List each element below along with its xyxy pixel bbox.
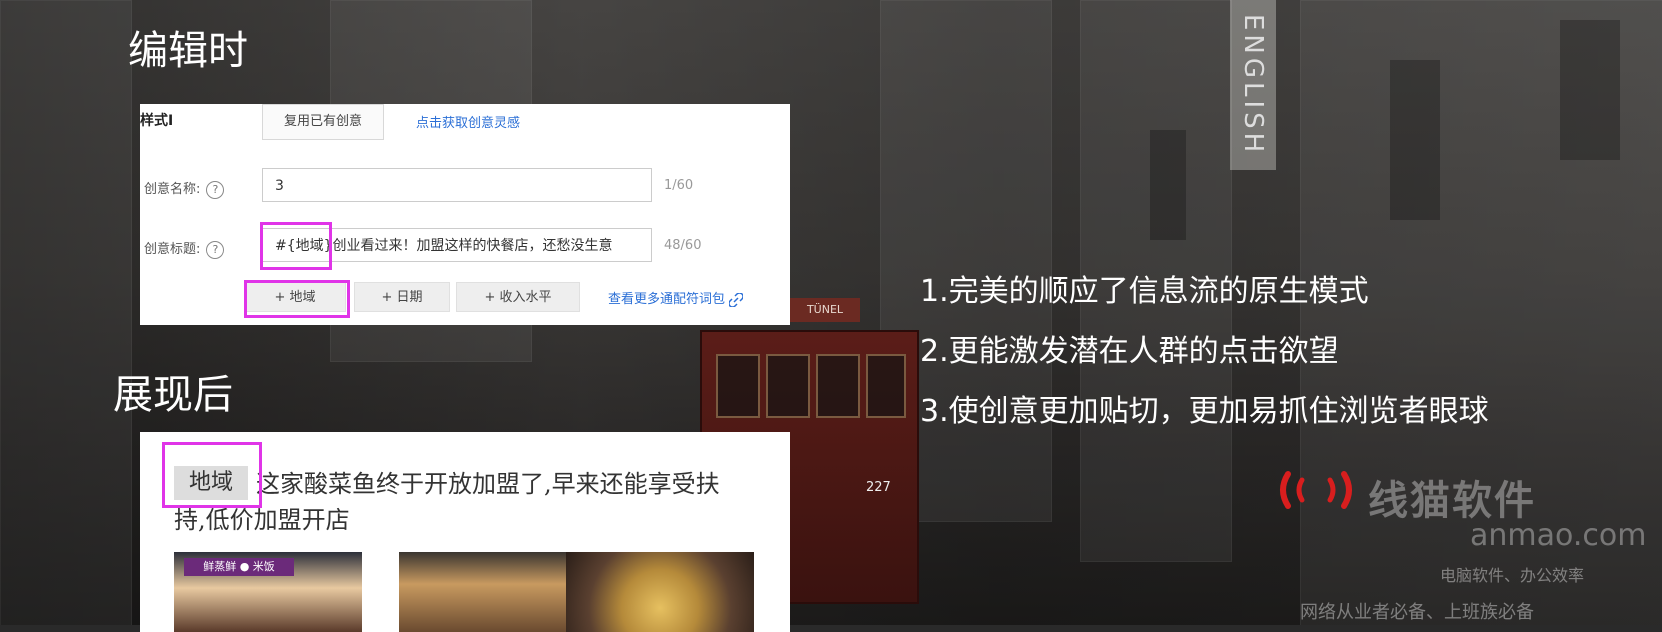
insert-date-button[interactable]: + 日期 — [354, 282, 450, 312]
benefit-list: 1.完美的顺应了信息流的原生模式 2.更能激发潜在人群的点击欲望 3.使创意更加… — [920, 262, 1489, 442]
more-wildcards-link[interactable]: 查看更多通配符词包 — [608, 288, 744, 308]
ad-thumbnail-dish[interactable] — [566, 552, 754, 632]
watermark-slogan: 电脑软件、办公效率 — [1440, 566, 1585, 585]
region-wildcard-highlight — [260, 222, 332, 270]
name-label-row: 创意名称:? — [144, 178, 225, 199]
region-tag-highlight — [162, 442, 262, 508]
link-icon — [728, 291, 744, 308]
tram-number: 227 — [866, 480, 891, 495]
english-sign: ENGLISH — [1230, 0, 1276, 170]
help-icon[interactable]: ? — [206, 240, 225, 259]
title-label: 创意标题: — [144, 242, 201, 257]
watermark-logo-icon — [1280, 471, 1352, 509]
inspiration-link[interactable]: 点击获取创意灵感 — [416, 112, 520, 131]
ad-thumbnail-kitchen[interactable] — [399, 552, 587, 632]
watermark-url: anmao.com — [1470, 518, 1647, 553]
help-icon[interactable]: ? — [206, 180, 225, 199]
tram-window — [766, 354, 810, 418]
benefit-point: 2.更能激发潜在人群的点击欲望 — [920, 334, 1339, 369]
style-label: 样式I — [140, 113, 174, 129]
reuse-creative-button[interactable]: 复用已有创意 — [262, 104, 384, 140]
building-window — [1150, 130, 1186, 240]
ad-preview-panel: 地域 这家酸菜鱼终于开放加盟了,早来还能享受扶持,低价加盟开店 鲜蒸鲜 ● 米饭 — [140, 432, 790, 632]
building-window — [1390, 60, 1440, 220]
edit-heading: 编辑时 — [128, 28, 248, 74]
ad-thumbnail-restaurant[interactable]: 鲜蒸鲜 ● 米饭 — [174, 552, 362, 632]
tram-window — [816, 354, 860, 418]
tram-window — [866, 354, 906, 418]
building-left — [0, 0, 132, 625]
insert-income-button[interactable]: + 收入水平 — [456, 282, 580, 312]
tunel-sign: TÜNEL — [790, 298, 860, 322]
name-char-count: 1/60 — [664, 178, 694, 193]
building-window — [1560, 20, 1620, 160]
name-label: 创意名称: — [144, 182, 201, 197]
title-char-count: 48/60 — [664, 238, 702, 253]
more-wildcards-label: 查看更多通配符词包 — [608, 292, 726, 307]
title-label-row: 创意标题:? — [144, 238, 225, 259]
benefit-point: 1.完美的顺应了信息流的原生模式 — [920, 274, 1369, 309]
restaurant-banner: 鲜蒸鲜 ● 米饭 — [184, 558, 294, 576]
creative-editor-panel: 样式I 复用已有创意 点击获取创意灵感 创意名称:? 3 1/60 创意标题:?… — [140, 104, 790, 325]
tram-window — [716, 354, 760, 418]
benefit-point: 3.使创意更加贴切，更加易抓住浏览者眼球 — [920, 394, 1489, 429]
region-button-highlight — [244, 280, 350, 318]
display-heading: 展现后 — [113, 372, 233, 418]
watermark-slogan: 网络从业者必备、上班族必备 — [1300, 602, 1534, 623]
creative-name-input[interactable]: 3 — [262, 168, 652, 202]
